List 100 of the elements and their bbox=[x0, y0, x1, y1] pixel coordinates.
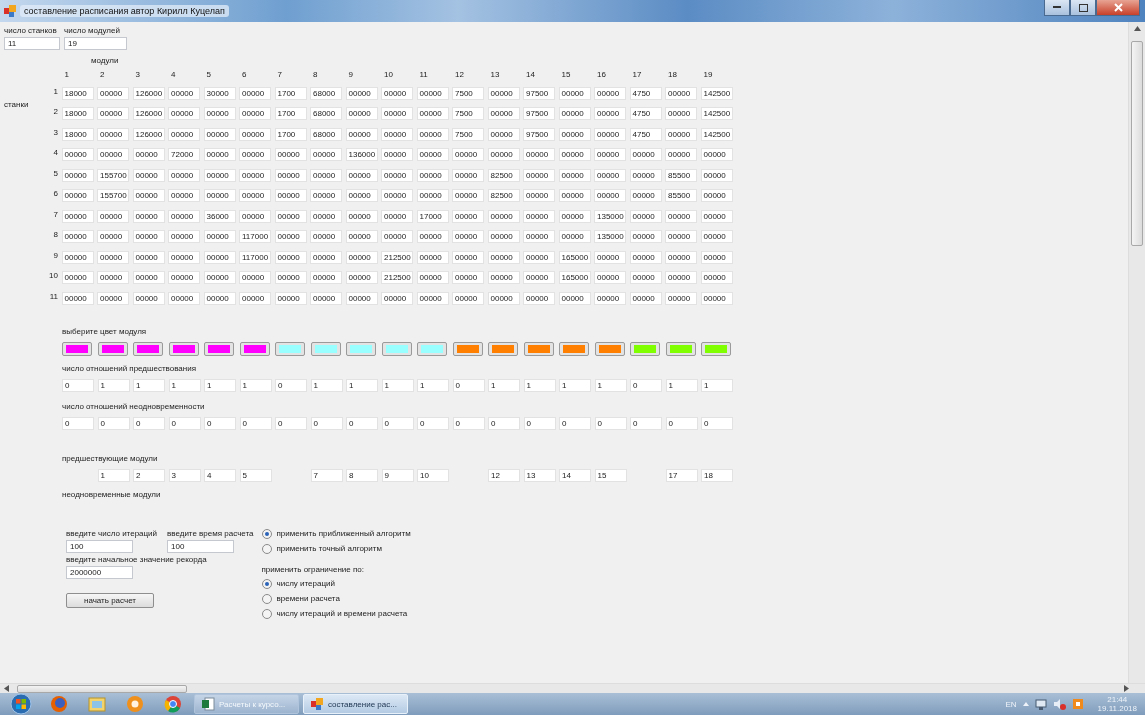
cost-field[interactable]: 00000 bbox=[594, 291, 626, 305]
cost-field[interactable]: 00000 bbox=[274, 168, 307, 182]
cost-field[interactable]: 00000 bbox=[558, 209, 591, 223]
count-field[interactable]: 0 bbox=[701, 416, 733, 430]
cost-field[interactable]: 00000 bbox=[310, 271, 342, 284]
cost-field[interactable]: 00000 bbox=[132, 189, 165, 202]
cost-field[interactable]: 00000 bbox=[700, 230, 733, 243]
color-swatch[interactable] bbox=[310, 341, 341, 356]
cost-field[interactable]: 00000 bbox=[61, 209, 94, 223]
module-field[interactable]: 12 bbox=[488, 468, 520, 482]
cost-field[interactable]: 00000 bbox=[629, 168, 662, 182]
color-swatch[interactable] bbox=[275, 341, 305, 356]
count-field[interactable]: 0 bbox=[239, 416, 272, 430]
module-field[interactable]: 17 bbox=[665, 468, 698, 482]
cost-field[interactable]: 68000 bbox=[310, 86, 342, 100]
cost-field[interactable]: 00000 bbox=[558, 230, 591, 243]
count-field[interactable]: 1 bbox=[523, 378, 556, 392]
module-field[interactable]: 1 bbox=[97, 468, 130, 482]
cost-field[interactable]: 00000 bbox=[381, 291, 413, 305]
count-field[interactable]: 0 bbox=[488, 416, 520, 430]
color-swatch[interactable] bbox=[417, 341, 447, 356]
color-swatch[interactable] bbox=[630, 341, 660, 356]
count-field[interactable]: 1 bbox=[488, 378, 520, 392]
cost-field[interactable]: 00000 bbox=[594, 107, 626, 120]
cost-field[interactable]: 00000 bbox=[416, 86, 449, 100]
scrollbar-thumb[interactable] bbox=[1131, 41, 1143, 246]
cost-field[interactable]: 00000 bbox=[594, 168, 626, 182]
count-field[interactable]: 1 bbox=[594, 378, 627, 392]
color-swatch[interactable] bbox=[452, 341, 483, 356]
cost-field[interactable]: 00000 bbox=[487, 127, 520, 141]
cost-field[interactable]: 00000 bbox=[523, 271, 555, 284]
cost-field[interactable]: 00000 bbox=[274, 271, 307, 284]
cost-field[interactable]: 00000 bbox=[345, 230, 378, 243]
scroll-right-icon[interactable] bbox=[1124, 685, 1129, 692]
cost-field[interactable]: 00000 bbox=[274, 230, 307, 243]
count-field[interactable]: 1 bbox=[133, 378, 165, 392]
color-swatch[interactable] bbox=[204, 341, 234, 356]
cost-field[interactable]: 00000 bbox=[594, 271, 626, 284]
color-swatch[interactable] bbox=[381, 341, 412, 356]
cost-field[interactable]: 00000 bbox=[239, 209, 271, 223]
taskbar-button[interactable]: составление рас... bbox=[303, 694, 408, 714]
cost-field[interactable]: 00000 bbox=[203, 291, 236, 305]
cost-field[interactable]: 00000 bbox=[523, 148, 555, 161]
maximize-button[interactable] bbox=[1070, 0, 1096, 16]
cost-field[interactable]: 00000 bbox=[558, 291, 591, 305]
count-field[interactable]: 1 bbox=[310, 378, 343, 392]
count-field[interactable]: 1 bbox=[559, 378, 591, 392]
cost-field[interactable]: 00000 bbox=[594, 148, 626, 161]
color-swatch[interactable] bbox=[488, 341, 518, 356]
cost-field[interactable]: 00000 bbox=[665, 127, 697, 141]
cost-field[interactable]: 00000 bbox=[239, 291, 271, 305]
cost-field[interactable]: 126000 bbox=[132, 86, 165, 100]
cost-field[interactable]: 7500 bbox=[452, 107, 484, 120]
cost-field[interactable]: 00000 bbox=[310, 168, 342, 182]
cost-field[interactable]: 00000 bbox=[310, 189, 342, 202]
cost-field[interactable]: 00000 bbox=[168, 127, 200, 141]
radio-button[interactable] bbox=[261, 528, 272, 539]
cost-field[interactable]: 00000 bbox=[381, 168, 413, 182]
count-field[interactable]: 1 bbox=[381, 378, 414, 392]
count-field[interactable]: 0 bbox=[97, 416, 130, 430]
cost-field[interactable]: 00000 bbox=[665, 107, 697, 120]
cost-field[interactable]: 82500 bbox=[487, 168, 520, 182]
module-field[interactable]: 13 bbox=[523, 468, 556, 482]
count-field[interactable]: 0 bbox=[417, 416, 449, 430]
count-field[interactable]: 1 bbox=[97, 378, 130, 392]
cost-field[interactable]: 00000 bbox=[700, 168, 733, 182]
cost-field[interactable]: 17000 bbox=[416, 209, 449, 223]
cost-field[interactable]: 00000 bbox=[700, 189, 733, 202]
cost-field[interactable]: 00000 bbox=[381, 107, 413, 120]
cost-field[interactable]: 82500 bbox=[487, 189, 520, 202]
cost-field[interactable]: 00000 bbox=[132, 230, 165, 243]
cost-field[interactable]: 85500 bbox=[665, 189, 697, 202]
cost-field[interactable]: 00000 bbox=[97, 209, 129, 223]
count-field[interactable]: 0 bbox=[452, 378, 485, 392]
cost-field[interactable]: 00000 bbox=[274, 291, 307, 305]
cost-field[interactable]: 00000 bbox=[132, 168, 165, 182]
minimize-button[interactable] bbox=[1044, 0, 1070, 16]
cost-field[interactable]: 00000 bbox=[132, 291, 165, 305]
cost-field[interactable]: 00000 bbox=[523, 189, 555, 202]
cost-field[interactable]: 00000 bbox=[629, 148, 662, 161]
cost-field[interactable]: 00000 bbox=[452, 189, 484, 202]
cost-field[interactable]: 00000 bbox=[416, 271, 449, 284]
cost-field[interactable]: 00000 bbox=[416, 168, 449, 182]
cost-field[interactable]: 00000 bbox=[203, 127, 236, 141]
cost-field[interactable]: 00000 bbox=[274, 189, 307, 202]
cost-field[interactable]: 00000 bbox=[416, 291, 449, 305]
cost-field[interactable]: 00000 bbox=[61, 271, 94, 284]
cost-field[interactable]: 00000 bbox=[239, 168, 271, 182]
radio-button[interactable] bbox=[261, 593, 272, 604]
module-field[interactable]: 9 bbox=[381, 468, 414, 482]
cost-field[interactable]: 00000 bbox=[132, 209, 165, 223]
count-field[interactable]: 0 bbox=[630, 416, 662, 430]
cost-field[interactable]: 1700 bbox=[274, 107, 307, 120]
cost-field[interactable]: 00000 bbox=[168, 168, 200, 182]
caret-icon[interactable] bbox=[1022, 702, 1029, 706]
color-swatch[interactable] bbox=[168, 341, 199, 356]
cost-field[interactable]: 00000 bbox=[629, 291, 662, 305]
cost-field[interactable]: 00000 bbox=[97, 271, 129, 284]
cost-field[interactable]: 00000 bbox=[310, 250, 342, 264]
module-field[interactable]: 15 bbox=[594, 468, 627, 482]
